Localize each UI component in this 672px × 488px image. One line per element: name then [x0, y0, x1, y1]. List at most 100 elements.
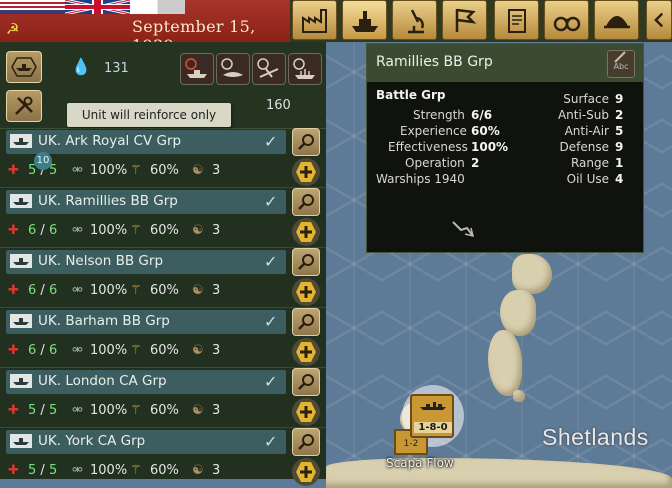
unit-row[interactable]: UK. London CA Grp ✓ ✚ 5 / 5 ⚮ 100% ⚚ 60% ☯ 3	[0, 368, 326, 428]
binoculars-icon	[553, 16, 580, 32]
magnifier-icon	[298, 194, 314, 210]
crew-icon: ☯	[192, 463, 204, 478]
factory-icon	[301, 9, 327, 33]
checkmark-icon[interactable]: ✓	[264, 192, 277, 211]
combat-stat-label: Anti-Sub	[557, 108, 609, 122]
unit-header[interactable]: UK. Ramillies BB Grp ✓	[6, 190, 286, 214]
unit-supply: 100%	[90, 463, 128, 478]
magnifier-icon	[298, 254, 314, 270]
strength-current: 5	[28, 403, 37, 418]
unit-count: 3	[212, 283, 221, 298]
unit-experience: 60%	[150, 223, 179, 238]
unit-experience: 60%	[150, 403, 179, 418]
army-button[interactable]	[594, 0, 639, 40]
strength-max: 6	[48, 223, 58, 238]
counter-strength: 1-8-0	[414, 422, 452, 433]
objectives-button[interactable]	[442, 0, 487, 40]
port-counter-value: 1-2	[403, 439, 419, 449]
unit-row[interactable]: UK. Nelson BB Grp ✓ ✚ 6 / 6 ⚮ 100% ⚚ 60% ☯ 3	[0, 248, 326, 308]
checkmark-icon[interactable]: ✓	[264, 432, 277, 451]
supply-icon: ⚮	[72, 343, 83, 358]
unit-header[interactable]: UK. York CA Grp ✓	[6, 430, 286, 454]
locate-unit-button[interactable]	[292, 368, 320, 396]
unit-header[interactable]: UK. Nelson BB Grp ✓	[6, 250, 286, 274]
unit-name: UK. Nelson BB Grp	[38, 253, 164, 269]
filter-aircraft-button[interactable]	[252, 53, 286, 85]
unit-row[interactable]: UK. York CA Grp ✓ ✚ 5 / 5 ⚮ 100% ⚚ 60% ☯ 3	[0, 428, 326, 488]
reinforce-button[interactable]	[292, 218, 320, 246]
reinforce-button[interactable]	[292, 278, 320, 306]
locate-unit-button[interactable]	[292, 248, 320, 276]
locate-unit-button[interactable]	[292, 188, 320, 216]
unit-strength: 6 / 6	[28, 283, 58, 298]
operation-label: Operation	[405, 156, 465, 170]
checkmark-icon[interactable]: ✓	[264, 312, 277, 331]
checkmark-icon[interactable]: ✓	[264, 252, 277, 271]
plus-hex-icon	[296, 462, 316, 482]
naval-unit-icon	[10, 314, 32, 328]
tools-button[interactable]	[6, 90, 42, 122]
filter-transport-button[interactable]	[288, 53, 322, 85]
battleship-icon	[185, 58, 207, 78]
unit-header[interactable]: UK. London CA Grp ✓	[6, 370, 286, 394]
unit-supply: 100%	[90, 223, 128, 238]
reinforce-button[interactable]	[292, 458, 320, 486]
locate-unit-button[interactable]	[292, 308, 320, 336]
scroll-left-button[interactable]	[646, 0, 672, 40]
magnifier-icon	[298, 374, 314, 390]
crew-icon: ☯	[192, 403, 204, 418]
health-cross-icon: ✚	[8, 343, 19, 358]
medal-icon: ⚚	[130, 283, 142, 298]
popup-title: Ramillies BB Grp	[376, 54, 493, 70]
supply-icon: ⚮	[72, 163, 83, 178]
production-button[interactable]	[292, 0, 337, 40]
move-arrow-icon	[452, 221, 475, 238]
intel-button[interactable]	[544, 0, 589, 40]
checkmark-icon[interactable]: ✓	[264, 132, 277, 151]
rename-button[interactable]: Abc	[607, 50, 635, 78]
plus-hex-icon	[296, 162, 316, 182]
naval-button[interactable]	[342, 0, 387, 40]
naval-unit-icon	[10, 374, 32, 388]
combat-stat-value: 5	[615, 124, 624, 138]
unit-count: 3	[212, 223, 221, 238]
strength-current: 6	[28, 283, 37, 298]
unit-experience: 60%	[150, 163, 179, 178]
locate-unit-button[interactable]	[292, 428, 320, 456]
unit-row[interactable]: UK. Ramillies BB Grp ✓ ✚ 6 / 6 ⚮ 100% ⚚ 60% ☯ 3	[0, 188, 326, 248]
strength-max: 5	[48, 403, 58, 418]
locate-unit-button[interactable]	[292, 128, 320, 156]
naval-filter-button[interactable]	[6, 51, 42, 83]
crew-icon: ☯	[192, 283, 204, 298]
reinforce-button[interactable]	[292, 398, 320, 426]
unit-name: UK. Barham BB Grp	[38, 313, 170, 329]
ship-icon	[351, 11, 378, 32]
crew-icon: ☯	[192, 343, 204, 358]
crew-icon: ☯	[192, 163, 204, 178]
health-cross-icon: ✚	[8, 163, 19, 178]
unit-header[interactable]: UK. Barham BB Grp ✓	[6, 310, 286, 334]
date-plate: ☭ September 15, 1939	[0, 0, 290, 55]
region-label: Shetlands	[542, 424, 649, 450]
research-button[interactable]	[392, 0, 437, 40]
unit-experience: 60%	[150, 283, 179, 298]
reinforce-button[interactable]	[292, 338, 320, 366]
reports-button[interactable]	[494, 0, 539, 40]
island-shetland-north	[512, 254, 552, 294]
health-cross-icon: ✚	[8, 283, 19, 298]
supply-icon: ⚮	[72, 403, 83, 418]
filter-battleship-button[interactable]	[180, 53, 214, 85]
checkmark-icon[interactable]: ✓	[264, 372, 277, 391]
filter-submarine-button[interactable]	[216, 53, 250, 85]
unit-row[interactable]: UK. Barham BB Grp ✓ ✚ 6 / 6 ⚮ 100% ⚚ 60% ☯ 3	[0, 308, 326, 368]
unit-count: 3	[212, 403, 221, 418]
unit-supply: 100%	[90, 343, 128, 358]
combat-stat-value: 9	[615, 92, 624, 106]
unit-supply: 100%	[90, 403, 128, 418]
magnifier-icon	[298, 434, 314, 450]
unit-header[interactable]: UK. Ark Royal CV Grp ✓	[6, 130, 286, 154]
strength-max: 6	[48, 283, 58, 298]
reinforce-button[interactable]	[292, 158, 320, 186]
popup-body: Battle Grp Strength 6/6 Experience 60% E…	[367, 82, 643, 252]
unit-counter-ramillies[interactable]: 1-8-0	[410, 394, 454, 438]
